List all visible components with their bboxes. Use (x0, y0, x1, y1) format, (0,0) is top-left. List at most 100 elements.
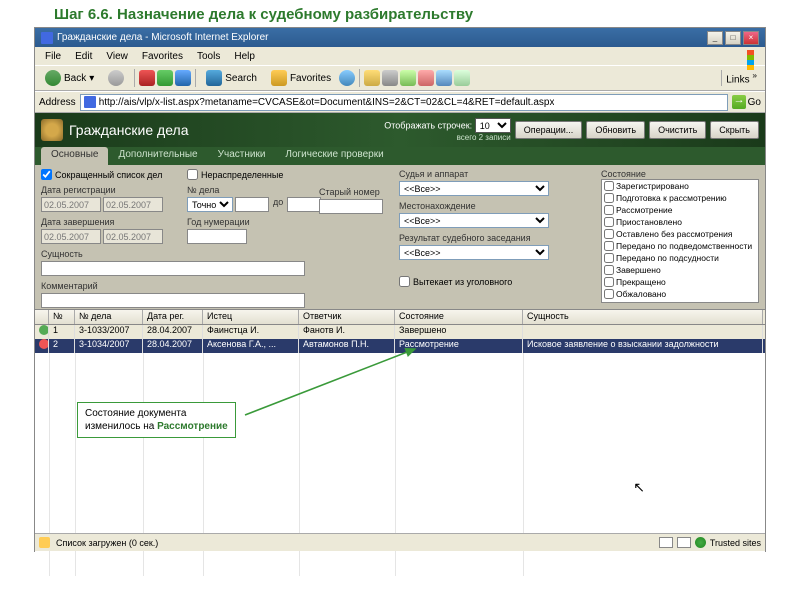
links-label[interactable]: Links » (721, 70, 761, 85)
page-icon (84, 96, 96, 108)
forward-button[interactable] (102, 67, 130, 89)
state-option[interactable]: Передано по подсудности (602, 252, 758, 264)
minimize-button[interactable]: _ (707, 31, 723, 45)
reg-date-from[interactable] (41, 197, 101, 212)
favorites-button[interactable]: Favorites (265, 67, 337, 89)
operations-button[interactable]: Операции... (515, 121, 583, 139)
old-no-input[interactable] (319, 199, 383, 214)
from-criminal-label: Вытекает из уголовного (413, 277, 512, 287)
status-text: Список загружен (0 сек.) (56, 538, 158, 548)
end-date-from[interactable] (41, 229, 101, 244)
page-title: Шаг 6.6. Назначение дела к судебному раз… (0, 0, 800, 27)
comment-label: Комментарий (41, 281, 175, 291)
menu-view[interactable]: View (100, 50, 134, 63)
zone-icon-2 (677, 537, 691, 548)
state-option[interactable]: Передано по подведомственности (602, 240, 758, 252)
address-input[interactable]: http://ais/vlp/x-list.aspx?metaname=CVCA… (80, 94, 728, 111)
year-input[interactable] (187, 229, 247, 244)
close-button[interactable]: × (743, 31, 759, 45)
state-option[interactable]: Обжаловано (602, 288, 758, 300)
year-label: Год нумерации (187, 217, 307, 227)
back-icon (45, 70, 61, 86)
hide-button[interactable]: Скрыть (710, 121, 759, 139)
case-no-to[interactable] (287, 197, 321, 212)
media-icon[interactable] (339, 70, 355, 86)
zone-icon (659, 537, 673, 548)
search-button[interactable]: Search (200, 67, 263, 89)
unassigned-checkbox[interactable] (187, 169, 198, 180)
mail-icon[interactable] (364, 70, 380, 86)
search-icon (206, 70, 222, 86)
back-button[interactable]: Back ▾ (39, 67, 100, 89)
state-option[interactable]: Оставлено без рассмотрения (602, 228, 758, 240)
end-date-label: Дата завершения (41, 217, 175, 227)
cursor-icon: ↖ (633, 479, 645, 496)
menu-tools[interactable]: Tools (191, 50, 226, 63)
menu-help[interactable]: Help (228, 50, 261, 63)
col-icon[interactable] (35, 310, 49, 324)
from-criminal-checkbox[interactable] (399, 276, 410, 287)
forward-icon (108, 70, 124, 86)
tab-participants[interactable]: Участники (208, 147, 276, 165)
home-icon[interactable] (175, 70, 191, 86)
state-option[interactable]: Приостановлено (602, 216, 758, 228)
unassigned-label: Нераспределенные (201, 170, 283, 180)
discuss-icon[interactable] (418, 70, 434, 86)
menu-favorites[interactable]: Favorites (136, 50, 189, 63)
ie-window: Гражданские дела - Microsoft Internet Ex… (34, 27, 766, 552)
rows-label: Отображать строчек: (384, 121, 472, 131)
ie-icon (41, 32, 53, 44)
tabs: Основные Дополнительные Участники Логиче… (35, 147, 765, 165)
window-titlebar: Гражданские дела - Microsoft Internet Ex… (35, 28, 765, 47)
edit-icon[interactable] (400, 70, 416, 86)
tab-main[interactable]: Основные (41, 147, 108, 165)
case-no-input[interactable] (235, 197, 269, 212)
case-no-label: № дела (187, 185, 307, 195)
messenger-icon[interactable] (436, 70, 452, 86)
end-date-to[interactable] (103, 229, 163, 244)
judge-select[interactable]: <<Все>> (399, 181, 549, 196)
tab-additional[interactable]: Дополнительные (108, 147, 207, 165)
reg-date-label: Дата регистрации (41, 185, 175, 195)
tab-logic-checks[interactable]: Логические проверки (275, 147, 393, 165)
case-no-exact[interactable]: Точно (187, 197, 233, 212)
app-icon (41, 119, 63, 141)
research-icon[interactable] (454, 70, 470, 86)
refresh-button[interactable]: Обновить (586, 121, 645, 139)
result-select[interactable]: <<Все>> (399, 245, 549, 260)
table-row[interactable]: 13-1033/200728.04.2007Фаинстца И.Фанотв … (35, 325, 765, 339)
grid-header: № № дела Дата рег. Истец Ответчик Состоя… (35, 309, 765, 325)
col-case[interactable]: № дела (75, 310, 143, 324)
col-state[interactable]: Состояние (395, 310, 523, 324)
menubar: File Edit View Favorites Tools Help (35, 47, 765, 65)
rows-count: всего 2 записи (384, 133, 510, 142)
result-label: Результат судебного заседания (399, 233, 549, 243)
state-option[interactable]: Рассмотрение (602, 204, 758, 216)
state-option[interactable]: Зарегистрировано (602, 180, 758, 192)
col-n[interactable]: № (49, 310, 75, 324)
go-button[interactable]: Go (732, 95, 761, 109)
col-essence[interactable]: Сущность (523, 310, 763, 324)
maximize-button[interactable]: □ (725, 31, 741, 45)
clear-button[interactable]: Очистить (649, 121, 706, 139)
table-row[interactable]: 23-1034/200728.04.2007Аксенова Г.А., ...… (35, 339, 765, 353)
menu-file[interactable]: File (39, 50, 67, 63)
state-option[interactable]: Завершено (602, 264, 758, 276)
col-date[interactable]: Дата рег. (143, 310, 203, 324)
toolbar: Back ▾ Search Favorites Links » (35, 65, 765, 91)
trusted-label: Trusted sites (710, 538, 761, 548)
state-option[interactable]: Подготовка к рассмотрению (602, 192, 758, 204)
window-title: Гражданские дела - Microsoft Internet Ex… (57, 32, 269, 43)
state-list[interactable]: ЗарегистрированоПодготовка к рассмотрени… (601, 179, 759, 303)
reg-date-to[interactable] (103, 197, 163, 212)
rows-select[interactable]: 10 (475, 118, 511, 133)
col-plaintiff[interactable]: Истец (203, 310, 299, 324)
print-icon[interactable] (382, 70, 398, 86)
stop-icon[interactable] (139, 70, 155, 86)
state-option[interactable]: Прекращено (602, 276, 758, 288)
refresh-icon[interactable] (157, 70, 173, 86)
short-list-checkbox[interactable] (41, 169, 52, 180)
col-defendant[interactable]: Ответчик (299, 310, 395, 324)
menu-edit[interactable]: Edit (69, 50, 98, 63)
location-select[interactable]: <<Все>> (399, 213, 549, 228)
